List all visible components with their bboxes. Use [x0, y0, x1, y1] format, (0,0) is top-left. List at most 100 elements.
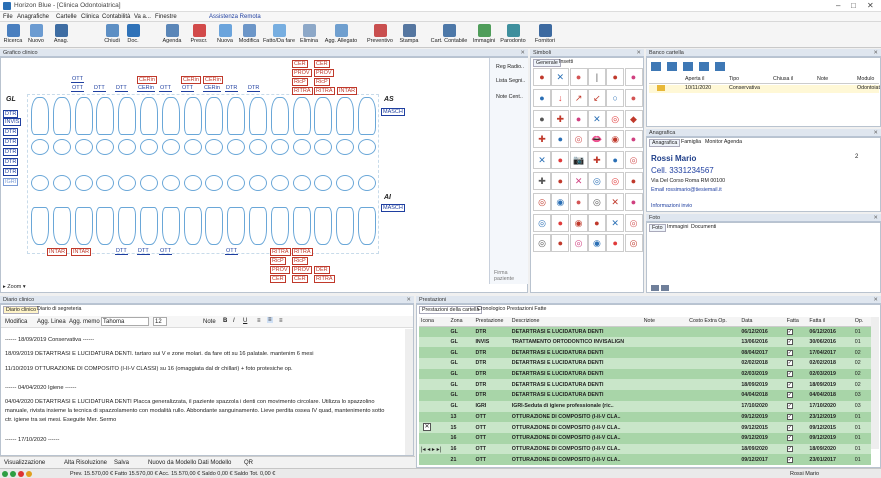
salva-button[interactable]: Salva	[114, 460, 129, 466]
folder-icon[interactable]	[651, 62, 661, 71]
parodonto-button[interactable]: Parodonto	[499, 23, 527, 47]
masch-label[interactable]: MASCH	[381, 108, 405, 116]
tab-anagrafica[interactable]: Anagrafica	[649, 139, 681, 147]
upper-tooth[interactable]	[249, 97, 267, 135]
close-icon[interactable]: ✕	[873, 50, 878, 56]
symbol-icon[interactable]: ↙	[587, 88, 606, 107]
lower-tooth[interactable]	[74, 207, 93, 245]
alta-risoluzione-button[interactable]: Alta Risoluzione	[64, 460, 107, 466]
side-label[interactable]: INVIS	[3, 118, 22, 126]
lower-crown[interactable]	[205, 175, 224, 191]
menu-finestre[interactable]: Finestre	[155, 14, 177, 20]
lower-crown[interactable]	[249, 175, 267, 191]
table-row[interactable]: GL DTR DETARTRASI E LUCIDATURA DENTI 06/12/…	[419, 326, 871, 337]
nuovo-button[interactable]: Nuovo	[25, 23, 47, 47]
side-label[interactable]: DTR	[3, 138, 19, 146]
symbol-icon[interactable]: ◎	[587, 172, 606, 190]
column-header[interactable]: Icona	[419, 317, 449, 327]
fatta-checkbox[interactable]: ✓	[784, 422, 808, 433]
fatta-checkbox[interactable]: ✓	[784, 379, 808, 391]
upper-tooth[interactable]	[292, 97, 311, 135]
symbol-icon[interactable]: ◎	[606, 172, 625, 190]
symbol-icon[interactable]: ◎	[587, 192, 606, 211]
folder-icon[interactable]	[715, 62, 725, 71]
upper-crown[interactable]	[140, 139, 158, 155]
folder-icon[interactable]	[683, 62, 693, 71]
menu-assistenza[interactable]: Assistenza Remota	[209, 14, 261, 20]
align-center-icon[interactable]: ≡	[267, 317, 273, 323]
symbol-icon[interactable]: ◎	[533, 234, 551, 253]
lower-crown[interactable]	[140, 175, 158, 191]
tab-monitor-agenda[interactable]: Monitor Agenda	[703, 139, 744, 145]
lower-tooth[interactable]	[140, 207, 158, 245]
italic-icon[interactable]: I	[233, 318, 235, 324]
lower-crown[interactable]	[74, 175, 93, 191]
symbol-icon[interactable]: ↗	[569, 88, 588, 107]
symbol-icon[interactable]: ●	[551, 172, 570, 190]
doc-button[interactable]: Doc.	[123, 23, 143, 47]
upper-tooth[interactable]	[140, 97, 158, 135]
close-icon[interactable]: ✕	[867, 1, 874, 10]
table-row[interactable]: GL IGRI IGRI-Seduta di igiene professional…	[419, 400, 871, 412]
symbol-icon[interactable]: ✕	[606, 192, 625, 211]
lower-tooth[interactable]	[31, 207, 49, 245]
symbol-icon[interactable]: ✕	[606, 213, 625, 232]
upper-crown[interactable]	[161, 139, 180, 155]
upper-tooth[interactable]	[314, 97, 333, 135]
bold-icon[interactable]: B	[223, 318, 227, 324]
fatta-checkbox[interactable]: ✓	[784, 432, 808, 444]
table-row[interactable]: GL DTR DETARTRASI E LUCIDATURA DENTI 04/04/…	[419, 390, 871, 401]
masch-label[interactable]: MASCH	[381, 204, 405, 212]
symbol-icon[interactable]: ●	[606, 68, 625, 86]
diary-content[interactable]: ------ 18/09/2019 Conservativa ------ 18…	[1, 329, 405, 455]
lista-segni-button[interactable]: Lista Segni..	[496, 78, 525, 84]
note-cent-button[interactable]: Note Cent..	[496, 94, 523, 100]
upper-tooth[interactable]	[118, 97, 137, 135]
upper-tooth[interactable]	[270, 97, 289, 135]
upper-crown[interactable]	[74, 139, 93, 155]
lower-crown[interactable]	[336, 175, 355, 191]
upper-tooth[interactable]	[227, 97, 246, 135]
lower-crown[interactable]	[31, 175, 49, 191]
symbol-icon[interactable]: ●	[551, 151, 570, 170]
fatta-checkbox[interactable]: ✓	[784, 326, 808, 337]
lower-crown[interactable]	[314, 175, 333, 191]
tab-diario-segreteria[interactable]: Diario di segreteria	[35, 306, 83, 312]
column-header[interactable]: Op.	[852, 317, 871, 327]
symbol-icon[interactable]: ↓	[551, 88, 570, 107]
lower-crown[interactable]	[96, 175, 115, 191]
symbol-icon[interactable]: ✕	[551, 68, 570, 86]
fatta-checkbox[interactable]: ✓	[784, 336, 808, 348]
lower-tooth[interactable]	[183, 207, 202, 245]
nuova-button[interactable]: Nuova	[214, 23, 236, 47]
lower-tooth[interactable]	[96, 207, 115, 245]
lower-crown[interactable]	[292, 175, 311, 191]
maximize-icon[interactable]: □	[851, 1, 856, 10]
close-icon[interactable]: ✕	[873, 215, 878, 221]
fatta-checkbox[interactable]: ✓	[784, 390, 808, 401]
upper-crown[interactable]	[183, 139, 202, 155]
patient-cell[interactable]: Cell. 3331234567	[651, 166, 714, 175]
table-row[interactable]: 21 OTT OTTURAZIONE DI COMPOSITO (I-II-V CL…	[419, 454, 871, 465]
note-button[interactable]: Note	[203, 319, 216, 325]
info-invio-link[interactable]: Informazioni invio	[651, 203, 692, 209]
upper-tooth[interactable]	[161, 97, 180, 135]
table-row[interactable]: GL DTR DETARTRASI E LUCIDATURA DENTI 02/03/…	[419, 368, 871, 380]
agg-memo-button[interactable]: Agg. memo	[69, 319, 100, 325]
column-header[interactable]: Fatta	[784, 317, 808, 327]
symbol-icon[interactable]: ◉	[569, 213, 588, 232]
lower-tooth[interactable]	[227, 207, 246, 245]
fatta-checkbox[interactable]: ✓	[784, 368, 808, 380]
upper-crown[interactable]	[358, 139, 376, 155]
upper-tooth[interactable]	[205, 97, 224, 135]
tab-insetti[interactable]: Insetti	[557, 59, 575, 65]
upper-crown[interactable]	[31, 139, 49, 155]
menu-file[interactable]: File	[3, 14, 13, 20]
side-label[interactable]: DTR	[3, 128, 19, 136]
symbol-icon[interactable]: 📷	[569, 151, 588, 170]
visualizzazione-button[interactable]: Visualizzazione	[4, 460, 45, 466]
table-row[interactable]: 16 OTT OTTURAZIONE DI COMPOSITO (I-II-V CL…	[419, 443, 871, 455]
symbol-icon[interactable]: ◎	[606, 109, 625, 128]
lower-tooth[interactable]	[314, 207, 333, 245]
upper-crown[interactable]	[336, 139, 355, 155]
